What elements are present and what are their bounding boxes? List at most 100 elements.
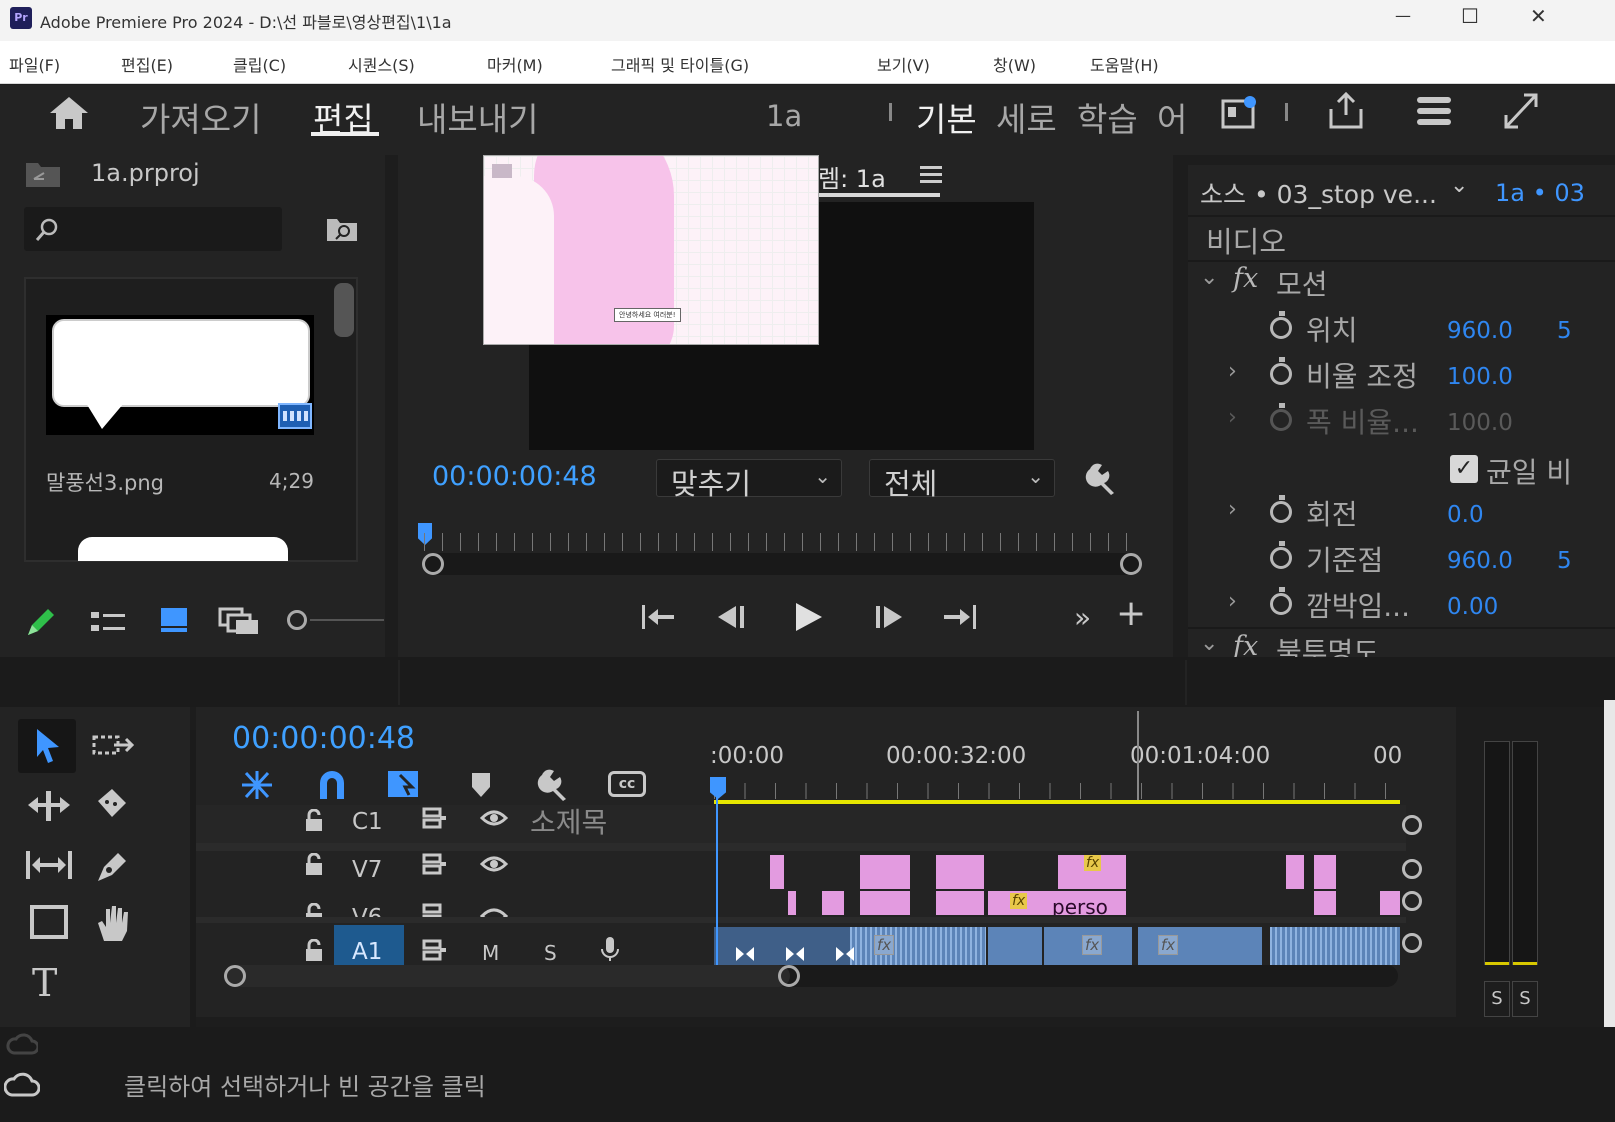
- audio-clip[interactable]: [988, 927, 1042, 965]
- zoom-left-handle[interactable]: [224, 965, 246, 987]
- prop-anchor-value2[interactable]: 5: [1557, 548, 1572, 574]
- zoom-slider-knob[interactable]: [287, 610, 307, 630]
- zoom-slider-track[interactable]: [310, 619, 384, 621]
- transition-icon[interactable]: [784, 945, 806, 963]
- solo-button[interactable]: S: [544, 941, 557, 965]
- stopwatch-icon[interactable]: [1270, 311, 1292, 339]
- folder-up-icon[interactable]: [24, 159, 62, 189]
- stopwatch-icon[interactable]: [1270, 541, 1292, 569]
- more-controls-icon[interactable]: »: [1074, 601, 1091, 634]
- stopwatch-icon[interactable]: [1270, 587, 1292, 615]
- audio-clip[interactable]: [1138, 927, 1262, 965]
- clip-v7[interactable]: [1314, 855, 1336, 889]
- track-keyframe-button[interactable]: [1402, 933, 1422, 953]
- zoom-right-handle[interactable]: [778, 965, 800, 987]
- prop-position-value[interactable]: 960.0: [1447, 318, 1513, 344]
- chevron-right-icon[interactable]: ›: [1228, 359, 1237, 384]
- clip-thumbnail[interactable]: [46, 315, 314, 435]
- timeline-ruler[interactable]: [714, 783, 1400, 799]
- clip-v7[interactable]: [770, 855, 784, 889]
- track-target-a1[interactable]: A1: [334, 925, 404, 965]
- menu-sequence[interactable]: 시퀀스(S): [348, 52, 415, 76]
- prop-scale-value[interactable]: 100.0: [1447, 364, 1513, 390]
- list-view-icon[interactable]: [90, 610, 126, 634]
- creative-cloud-icon[interactable]: [4, 1067, 40, 1097]
- chevron-down-icon[interactable]: ⌄: [1200, 631, 1218, 656]
- menu-window[interactable]: 창(W): [993, 52, 1036, 76]
- sync-lock-icon[interactable]: [422, 807, 448, 829]
- step-back-icon[interactable]: [716, 603, 748, 631]
- eye-icon[interactable]: [480, 907, 508, 917]
- timeline-timecode[interactable]: 00:00:00:48: [232, 721, 415, 756]
- track-select-icon[interactable]: [92, 731, 138, 767]
- work-area-bar[interactable]: [714, 800, 1400, 804]
- menu-clip[interactable]: 클립(C): [233, 52, 286, 76]
- selection-tool[interactable]: [18, 719, 76, 773]
- menu-marker[interactable]: 마커(M): [487, 52, 543, 76]
- track-keyframe-button[interactable]: [1402, 891, 1422, 911]
- menu-edit[interactable]: 편집(E): [121, 52, 173, 76]
- menu-view[interactable]: 보기(V): [877, 52, 930, 76]
- creative-cloud-icon[interactable]: [6, 1033, 38, 1055]
- clip-v6[interactable]: [1314, 891, 1336, 915]
- snap-icon[interactable]: [316, 769, 348, 801]
- track-name-v7[interactable]: V7: [352, 857, 382, 883]
- stopwatch-icon[interactable]: [1270, 357, 1292, 385]
- close-button[interactable]: ✕: [1530, 4, 1547, 28]
- find-icon[interactable]: [325, 215, 359, 243]
- chevron-down-icon[interactable]: ⌄: [1200, 265, 1218, 290]
- quality-dropdown[interactable]: 전체 ⌄: [869, 459, 1055, 501]
- home-icon[interactable]: [48, 95, 90, 131]
- track-keyframe-button[interactable]: [1402, 815, 1422, 835]
- chevron-right-icon[interactable]: ›: [1228, 497, 1237, 522]
- clip-v6[interactable]: [788, 891, 796, 915]
- fullscreen-icon[interactable]: [1502, 91, 1540, 131]
- type-tool-icon[interactable]: T: [32, 961, 57, 1005]
- clip-v6[interactable]: [860, 891, 910, 915]
- eye-icon[interactable]: [480, 809, 508, 827]
- scroll-edge[interactable]: [1604, 700, 1615, 1060]
- captions-icon[interactable]: cc: [608, 771, 646, 797]
- clip-v6[interactable]: [936, 891, 984, 915]
- wrench-icon[interactable]: [1084, 461, 1118, 495]
- zoom-bar-left-handle[interactable]: [422, 553, 444, 575]
- pen-tool-icon[interactable]: [94, 847, 130, 885]
- prop-rotation-value[interactable]: 0.0: [1447, 502, 1484, 528]
- linked-selection-icon[interactable]: [386, 767, 422, 803]
- meter-solo-left[interactable]: S: [1484, 981, 1510, 1017]
- lock-icon[interactable]: [304, 939, 324, 963]
- panel-menu-icon[interactable]: [920, 165, 942, 185]
- fit-dropdown[interactable]: 맞추기 ⌄: [656, 459, 842, 501]
- sync-lock-icon[interactable]: [422, 853, 448, 875]
- clip-v7[interactable]: [936, 855, 984, 889]
- step-forward-icon[interactable]: [872, 603, 904, 631]
- program-ruler[interactable]: [424, 533, 1144, 551]
- share-icon[interactable]: [1327, 91, 1365, 131]
- lock-icon[interactable]: [304, 903, 324, 917]
- clip-v6[interactable]: [1380, 891, 1400, 915]
- transition-icon[interactable]: [734, 945, 756, 963]
- mute-button[interactable]: M: [482, 941, 499, 965]
- tab-export[interactable]: 내보내기: [417, 93, 538, 141]
- maximize-button[interactable]: ☐: [1461, 4, 1479, 28]
- menu-help[interactable]: 도움말(H): [1090, 52, 1159, 76]
- sync-lock-icon[interactable]: [422, 939, 448, 961]
- clip-v6-perso[interactable]: fx perso: [988, 891, 1126, 915]
- lock-icon[interactable]: [304, 809, 324, 833]
- chevron-right-icon[interactable]: ›: [1228, 589, 1237, 614]
- timeline-zoom-bar[interactable]: [224, 965, 1398, 987]
- program-tab[interactable]: 렘: 1a: [818, 159, 886, 194]
- menu-file[interactable]: 파일(F): [9, 52, 60, 76]
- nest-sequence-icon[interactable]: [240, 769, 274, 801]
- add-marker-icon[interactable]: [470, 771, 492, 799]
- timeline-zoom-thumb[interactable]: [224, 965, 790, 987]
- uniform-scale-checkbox[interactable]: ✓: [1450, 455, 1478, 483]
- go-to-out-icon[interactable]: [942, 603, 978, 631]
- rectangle-tool-icon[interactable]: [30, 905, 70, 939]
- clip-v7[interactable]: [860, 855, 910, 889]
- track-name-v6[interactable]: V6: [352, 905, 382, 917]
- chevron-down-icon[interactable]: ⌄: [1450, 173, 1468, 198]
- track-keyframe-button[interactable]: [1402, 859, 1422, 879]
- zoom-bar[interactable]: [422, 553, 1142, 575]
- workspace-basic[interactable]: 기본: [916, 93, 977, 141]
